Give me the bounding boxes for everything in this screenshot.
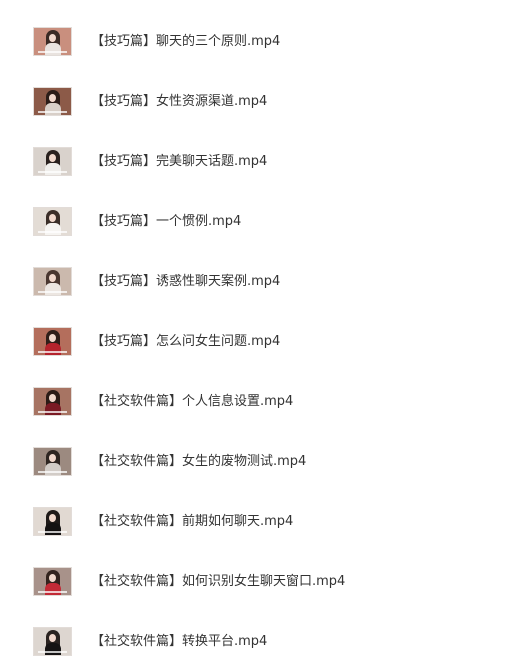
file-name[interactable]: 【社交软件篇】个人信息设置.mp4 — [91, 393, 293, 410]
thumbnail-caption-bar — [38, 471, 67, 473]
thumbnail-caption-bar — [38, 171, 67, 173]
file-name[interactable]: 【社交软件篇】前期如何聊天.mp4 — [91, 513, 293, 530]
thumbnail-figure-body — [44, 163, 61, 175]
thumbnail-figure-body — [44, 223, 61, 235]
file-row[interactable]: 【技巧篇】诱惑性聊天案例.mp4 — [0, 246, 517, 306]
file-name[interactable]: 【技巧篇】一个惯例.mp4 — [91, 213, 241, 230]
thumbnail-caption-bar — [38, 531, 67, 533]
video-thumbnail[interactable] — [33, 147, 72, 176]
video-thumbnail[interactable] — [33, 267, 72, 296]
video-thumbnail[interactable] — [33, 507, 72, 536]
thumbnail-figure-face — [49, 514, 56, 522]
file-name[interactable]: 【技巧篇】完美聊天话题.mp4 — [91, 153, 267, 170]
thumbnail-figure-face — [49, 34, 56, 42]
video-thumbnail[interactable] — [33, 567, 72, 596]
thumbnail-figure-body — [44, 463, 61, 475]
file-row[interactable]: 【社交软件篇】前期如何聊天.mp4 — [0, 486, 517, 546]
thumbnail-figure-face — [49, 454, 56, 462]
thumbnail-caption-bar — [38, 291, 67, 293]
thumbnail-caption-bar — [38, 51, 67, 53]
thumbnail-caption-bar — [38, 591, 67, 593]
thumbnail-figure-face — [49, 394, 56, 402]
video-thumbnail[interactable] — [33, 627, 72, 656]
thumbnail-figure-body — [44, 643, 61, 655]
thumbnail-figure-body — [44, 283, 61, 295]
file-row[interactable]: 【社交软件篇】女生的废物测试.mp4 — [0, 426, 517, 486]
file-name[interactable]: 【技巧篇】诱惑性聊天案例.mp4 — [91, 273, 280, 290]
thumbnail-figure-face — [49, 274, 56, 282]
file-row[interactable]: 【社交软件篇】如何识别女生聊天窗口.mp4 — [0, 546, 517, 606]
file-row[interactable]: 【技巧篇】聊天的三个原则.mp4 — [0, 6, 517, 66]
video-thumbnail[interactable] — [33, 387, 72, 416]
thumbnail-figure-body — [44, 343, 61, 355]
file-row[interactable]: 【技巧篇】一个惯例.mp4 — [0, 186, 517, 246]
thumbnail-figure-body — [44, 103, 61, 115]
file-row[interactable]: 【技巧篇】怎么问女生问题.mp4 — [0, 306, 517, 366]
file-list: 【技巧篇】聊天的三个原则.mp4 【技巧篇】女性资源渠道.mp4 【技巧篇】完美聊天… — [0, 0, 517, 672]
thumbnail-figure-face — [49, 334, 56, 342]
thumbnail-caption-bar — [38, 651, 67, 653]
thumbnail-figure-face — [49, 94, 56, 102]
thumbnail-figure-face — [49, 154, 56, 162]
file-row[interactable]: 【社交软件篇】转换平台.mp4 — [0, 606, 517, 666]
video-thumbnail[interactable] — [33, 87, 72, 116]
thumbnail-caption-bar — [38, 411, 67, 413]
file-name[interactable]: 【社交软件篇】女生的废物测试.mp4 — [91, 453, 306, 470]
thumbnail-figure-body — [44, 403, 61, 415]
video-thumbnail[interactable] — [33, 207, 72, 236]
file-row[interactable]: 【技巧篇】女性资源渠道.mp4 — [0, 66, 517, 126]
thumbnail-figure-face — [49, 214, 56, 222]
file-name[interactable]: 【社交软件篇】如何识别女生聊天窗口.mp4 — [91, 573, 345, 590]
video-thumbnail[interactable] — [33, 327, 72, 356]
file-row[interactable]: 【社交软件篇】个人信息设置.mp4 — [0, 366, 517, 426]
thumbnail-figure-face — [49, 574, 56, 582]
video-thumbnail[interactable] — [33, 447, 72, 476]
file-name[interactable]: 【技巧篇】聊天的三个原则.mp4 — [91, 33, 280, 50]
file-row[interactable]: 【技巧篇】完美聊天话题.mp4 — [0, 126, 517, 186]
file-name[interactable]: 【社交软件篇】转换平台.mp4 — [91, 633, 267, 650]
video-thumbnail[interactable] — [33, 27, 72, 56]
thumbnail-figure-body — [44, 523, 61, 535]
file-name[interactable]: 【技巧篇】女性资源渠道.mp4 — [91, 93, 267, 110]
thumbnail-figure-body — [44, 583, 61, 595]
thumbnail-figure-face — [49, 634, 56, 642]
thumbnail-figure-body — [44, 43, 61, 55]
thumbnail-caption-bar — [38, 231, 67, 233]
thumbnail-caption-bar — [38, 351, 67, 353]
thumbnail-caption-bar — [38, 111, 67, 113]
file-name[interactable]: 【技巧篇】怎么问女生问题.mp4 — [91, 333, 280, 350]
